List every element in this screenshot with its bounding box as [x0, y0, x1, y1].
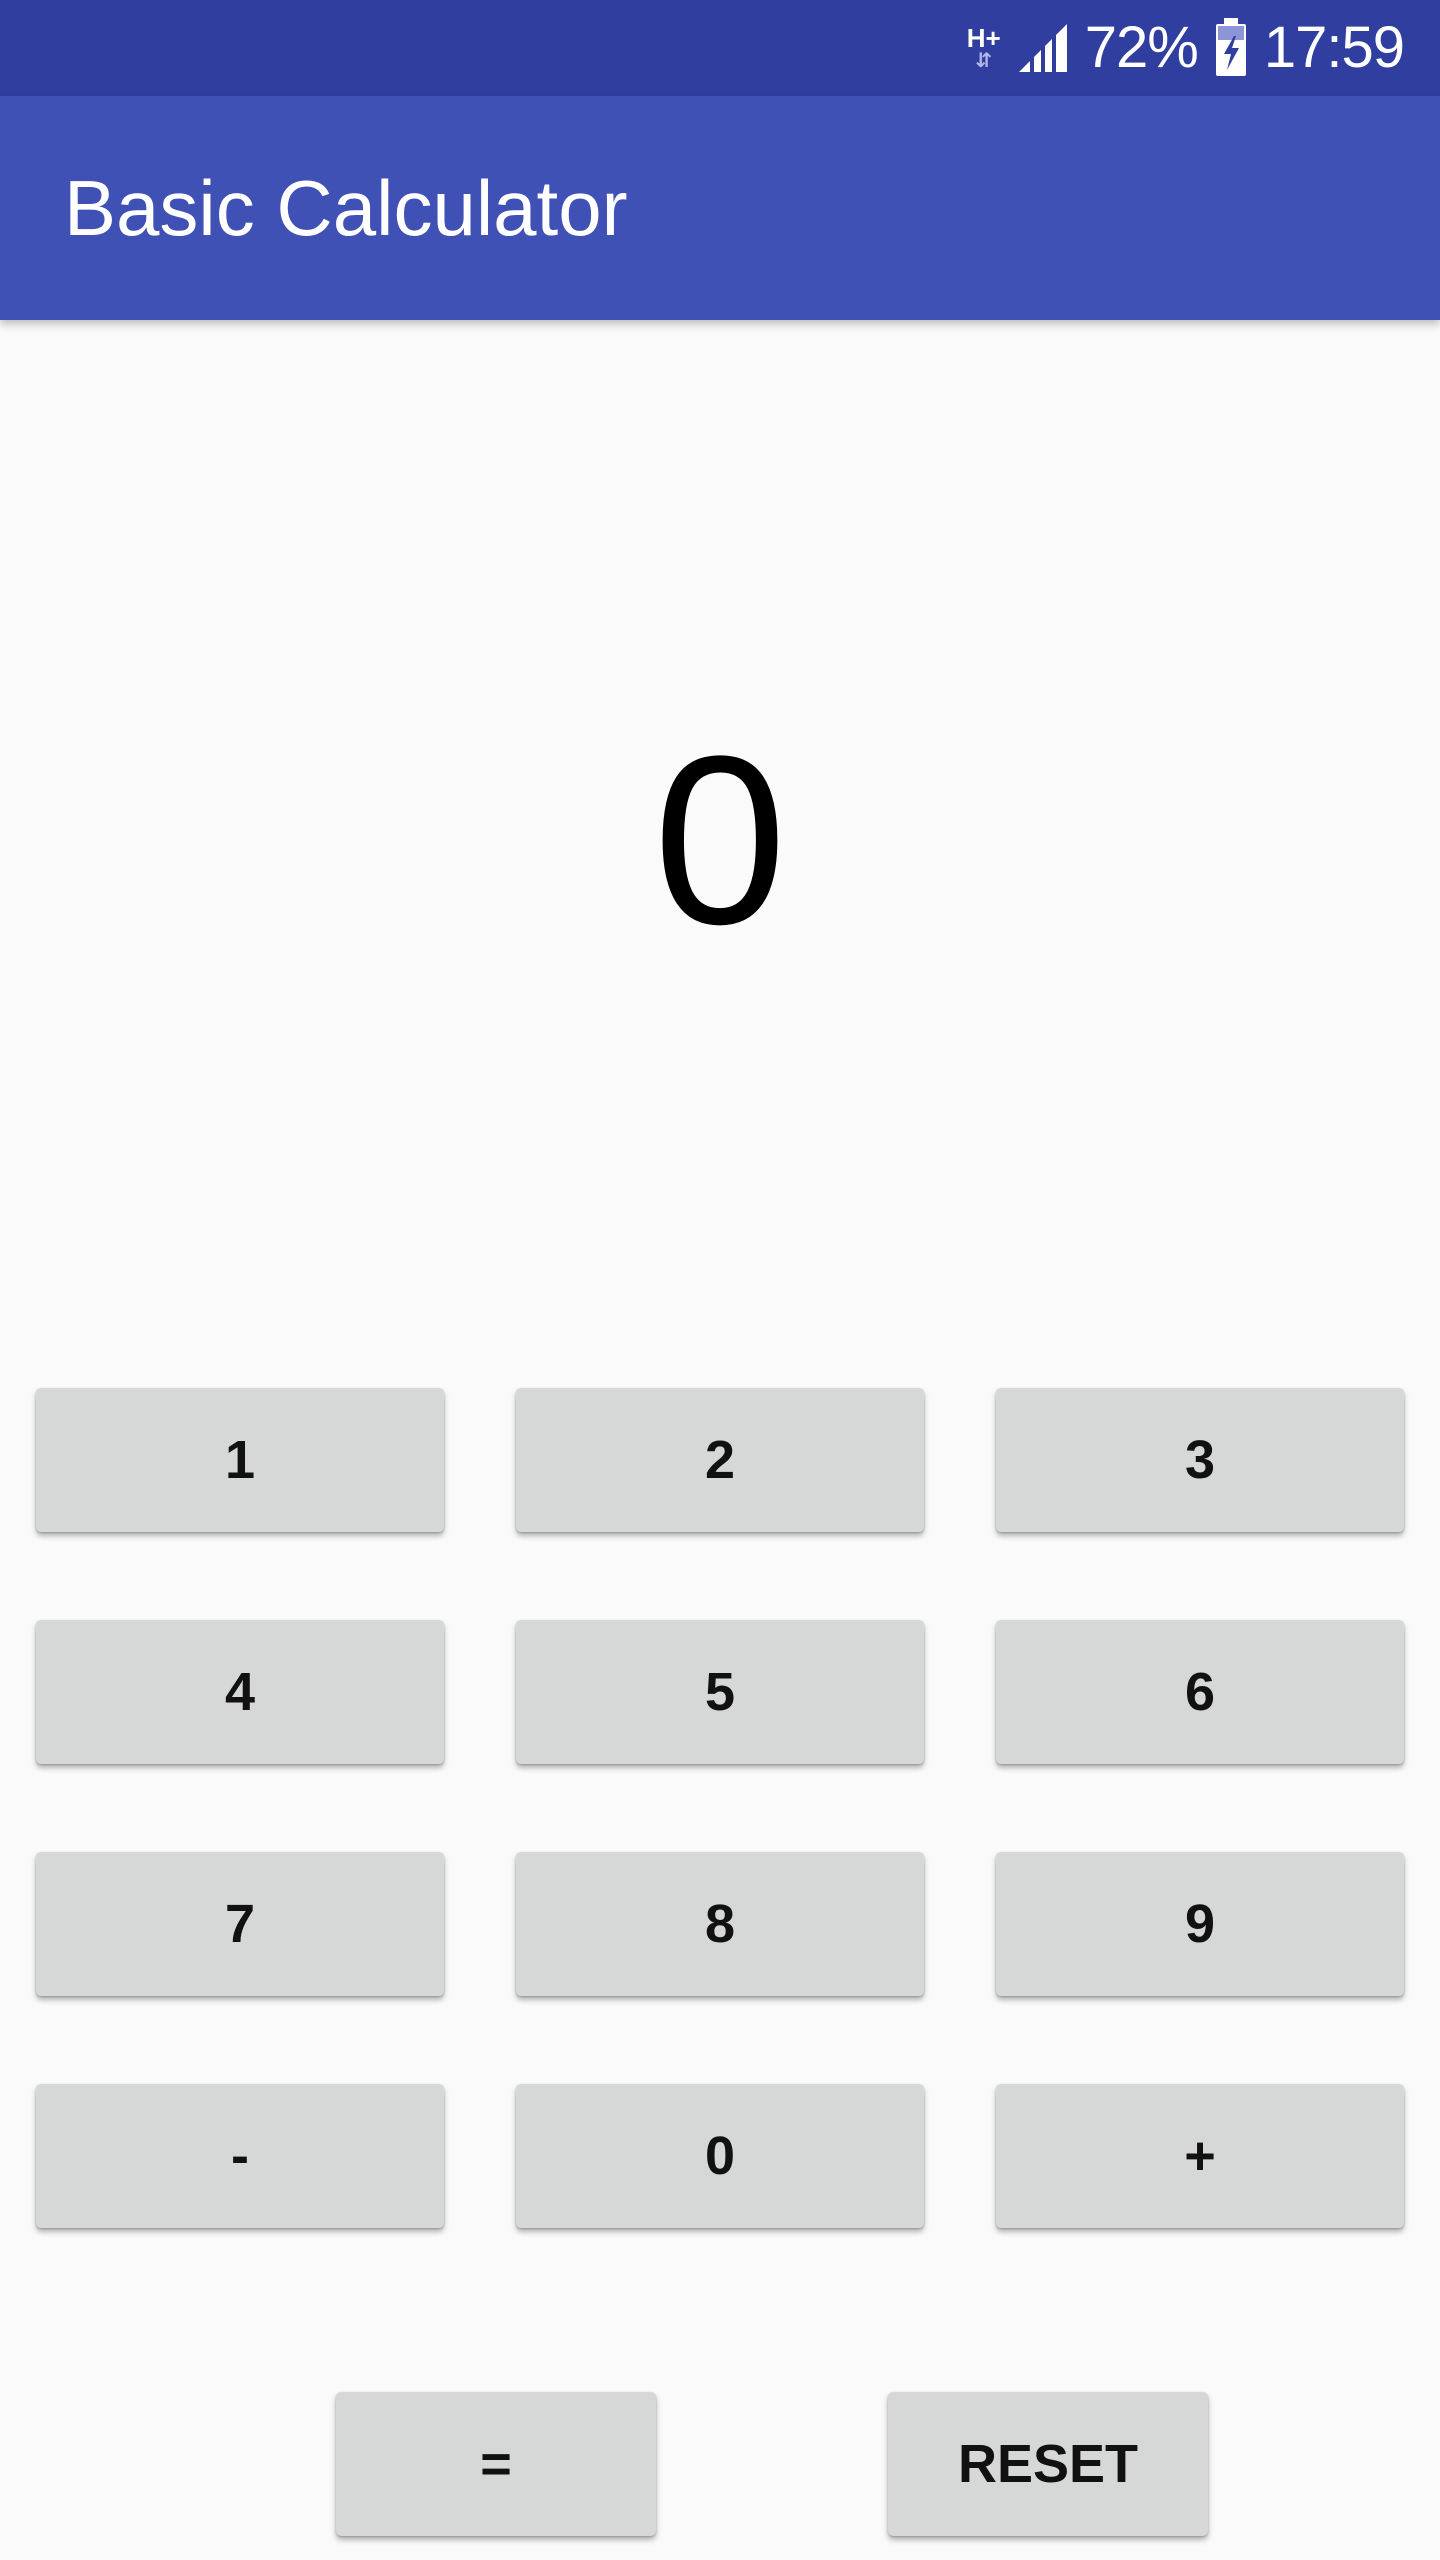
- key-9-button[interactable]: 9: [996, 1852, 1404, 1996]
- minus-button[interactable]: -: [36, 2084, 444, 2228]
- key-3-button[interactable]: 3: [996, 1388, 1404, 1532]
- key-8-button[interactable]: 8: [516, 1852, 924, 1996]
- calculator-display: 0: [0, 320, 1440, 1360]
- key-5-button[interactable]: 5: [516, 1620, 924, 1764]
- network-type-indicator: H+ ⇵: [967, 25, 1001, 71]
- clock: 17:59: [1263, 15, 1405, 80]
- status-bar: H+ ⇵ 72% 17:59: [0, 0, 1440, 96]
- key-6-button[interactable]: 6: [996, 1620, 1404, 1764]
- key-1-button[interactable]: 1: [36, 1388, 444, 1532]
- signal-strength-icon: [1018, 24, 1067, 74]
- equals-button[interactable]: =: [336, 2392, 656, 2536]
- status-icons: H+ ⇵ 72% 17:59: [967, 0, 1405, 96]
- battery-percent: 72%: [1084, 15, 1199, 80]
- key-0-button[interactable]: 0: [516, 2084, 924, 2228]
- data-activity-icon: ⇵: [975, 50, 993, 72]
- app-bar: Basic Calculator: [0, 96, 1440, 320]
- display-value: 0: [653, 706, 787, 974]
- reset-button[interactable]: RESET: [888, 2392, 1208, 2536]
- network-type-label: H+: [966, 23, 1001, 53]
- plus-button[interactable]: +: [996, 2084, 1404, 2228]
- key-2-button[interactable]: 2: [516, 1388, 924, 1532]
- key-7-button[interactable]: 7: [36, 1852, 444, 1996]
- battery-charging-icon: [1215, 18, 1246, 76]
- app-title: Basic Calculator: [64, 164, 628, 252]
- key-4-button[interactable]: 4: [36, 1620, 444, 1764]
